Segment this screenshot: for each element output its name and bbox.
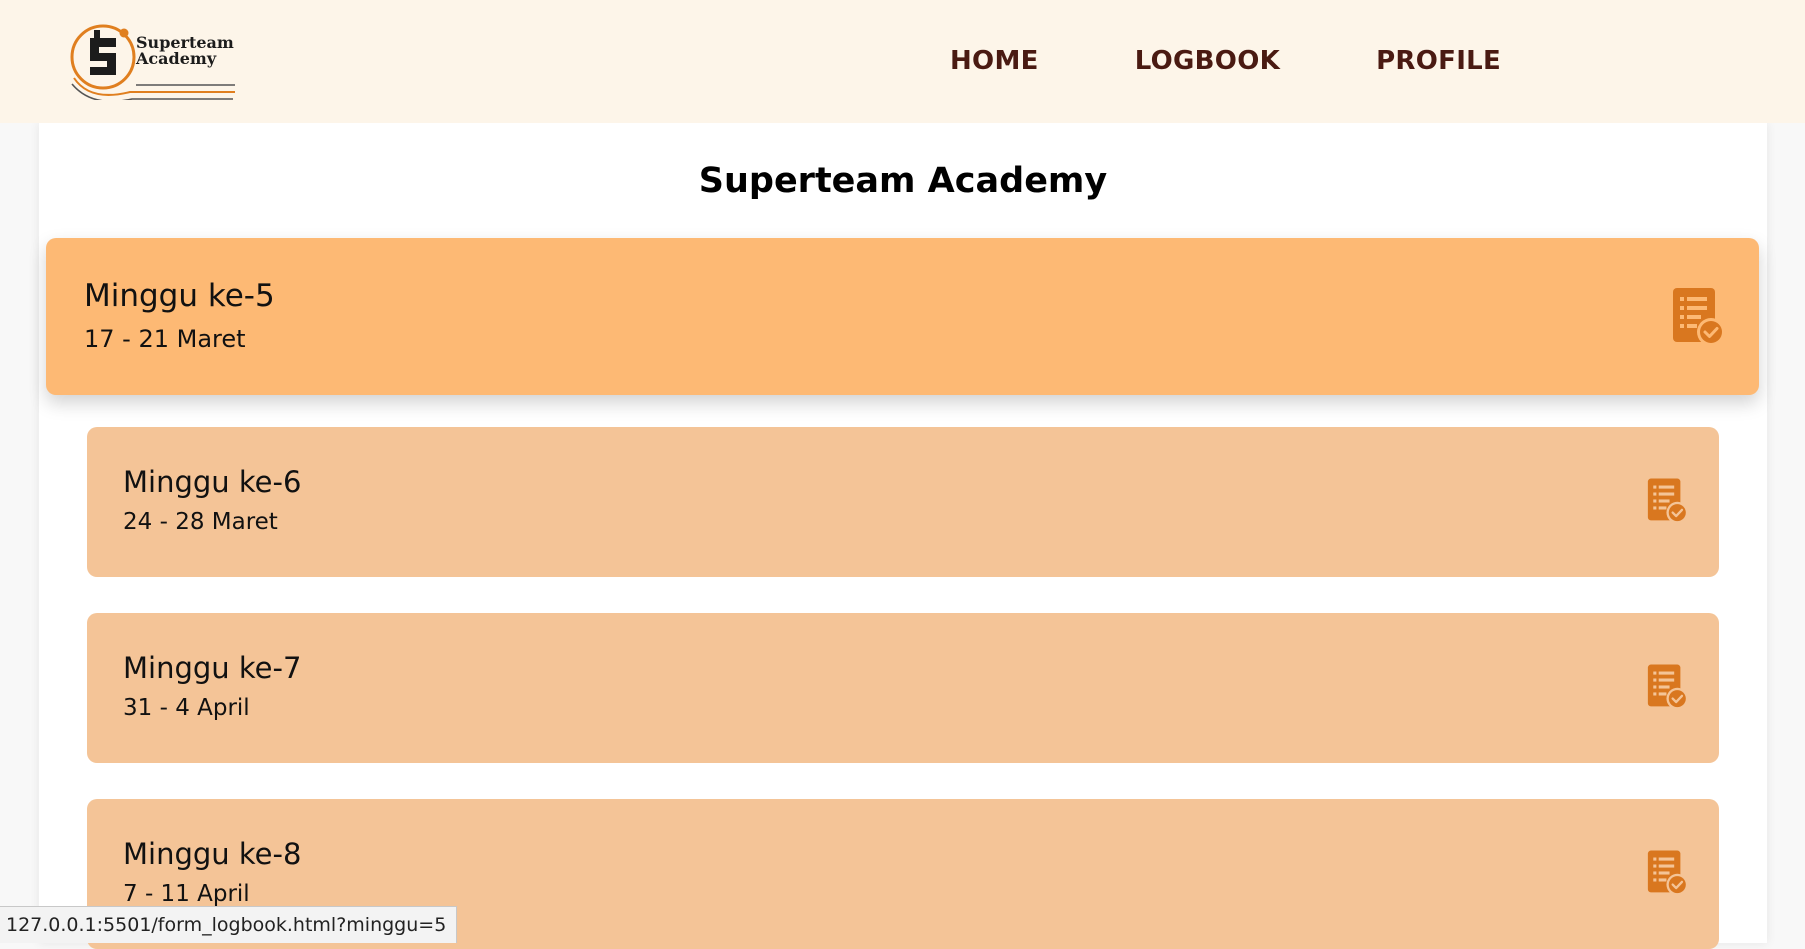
week-title: Minggu ke-8	[123, 837, 302, 871]
main-content: Superteam Academy Minggu ke-5 17 - 21 Ma…	[39, 123, 1767, 949]
week-card-6[interactable]: Minggu ke-6 24 - 28 Maret	[87, 427, 1719, 577]
logbook-check-icon[interactable]	[1646, 477, 1690, 525]
nav-logbook-link[interactable]: LOGBOOK	[1135, 46, 1280, 76]
main-nav: HOME LOGBOOK PROFILE	[950, 46, 1501, 76]
week-date-range: 17 - 21 Maret	[84, 325, 246, 353]
status-bar-url: 127.0.0.1:5501/form_logbook.html?minggu=…	[0, 906, 458, 943]
week-date-range: 24 - 28 Maret	[123, 509, 278, 535]
week-title: Minggu ke-7	[123, 651, 302, 685]
week-card-7[interactable]: Minggu ke-7 31 - 4 April	[87, 613, 1719, 763]
week-title: Minggu ke-6	[123, 465, 302, 499]
superteam-academy-logo[interactable]: Superteam Academy	[70, 22, 240, 103]
logbook-check-icon[interactable]	[1646, 663, 1690, 711]
logo-line-2: Academy	[136, 49, 217, 68]
week-title: Minggu ke-5	[84, 278, 275, 314]
logbook-check-icon[interactable]	[1646, 849, 1690, 897]
nav-home-link[interactable]: HOME	[950, 46, 1039, 76]
navbar: Superteam Academy HOME LOGBOOK PROFILE	[0, 0, 1805, 123]
week-card-5[interactable]: Minggu ke-5 17 - 21 Maret	[46, 238, 1759, 395]
page-title: Superteam Academy	[698, 161, 1108, 201]
week-date-range: 7 - 11 April	[123, 881, 250, 907]
week-date-range: 31 - 4 April	[123, 695, 250, 721]
logo-text: Superteam Academy	[136, 35, 234, 67]
nav-profile-link[interactable]: PROFILE	[1376, 46, 1501, 76]
logbook-check-icon[interactable]	[1671, 286, 1727, 348]
